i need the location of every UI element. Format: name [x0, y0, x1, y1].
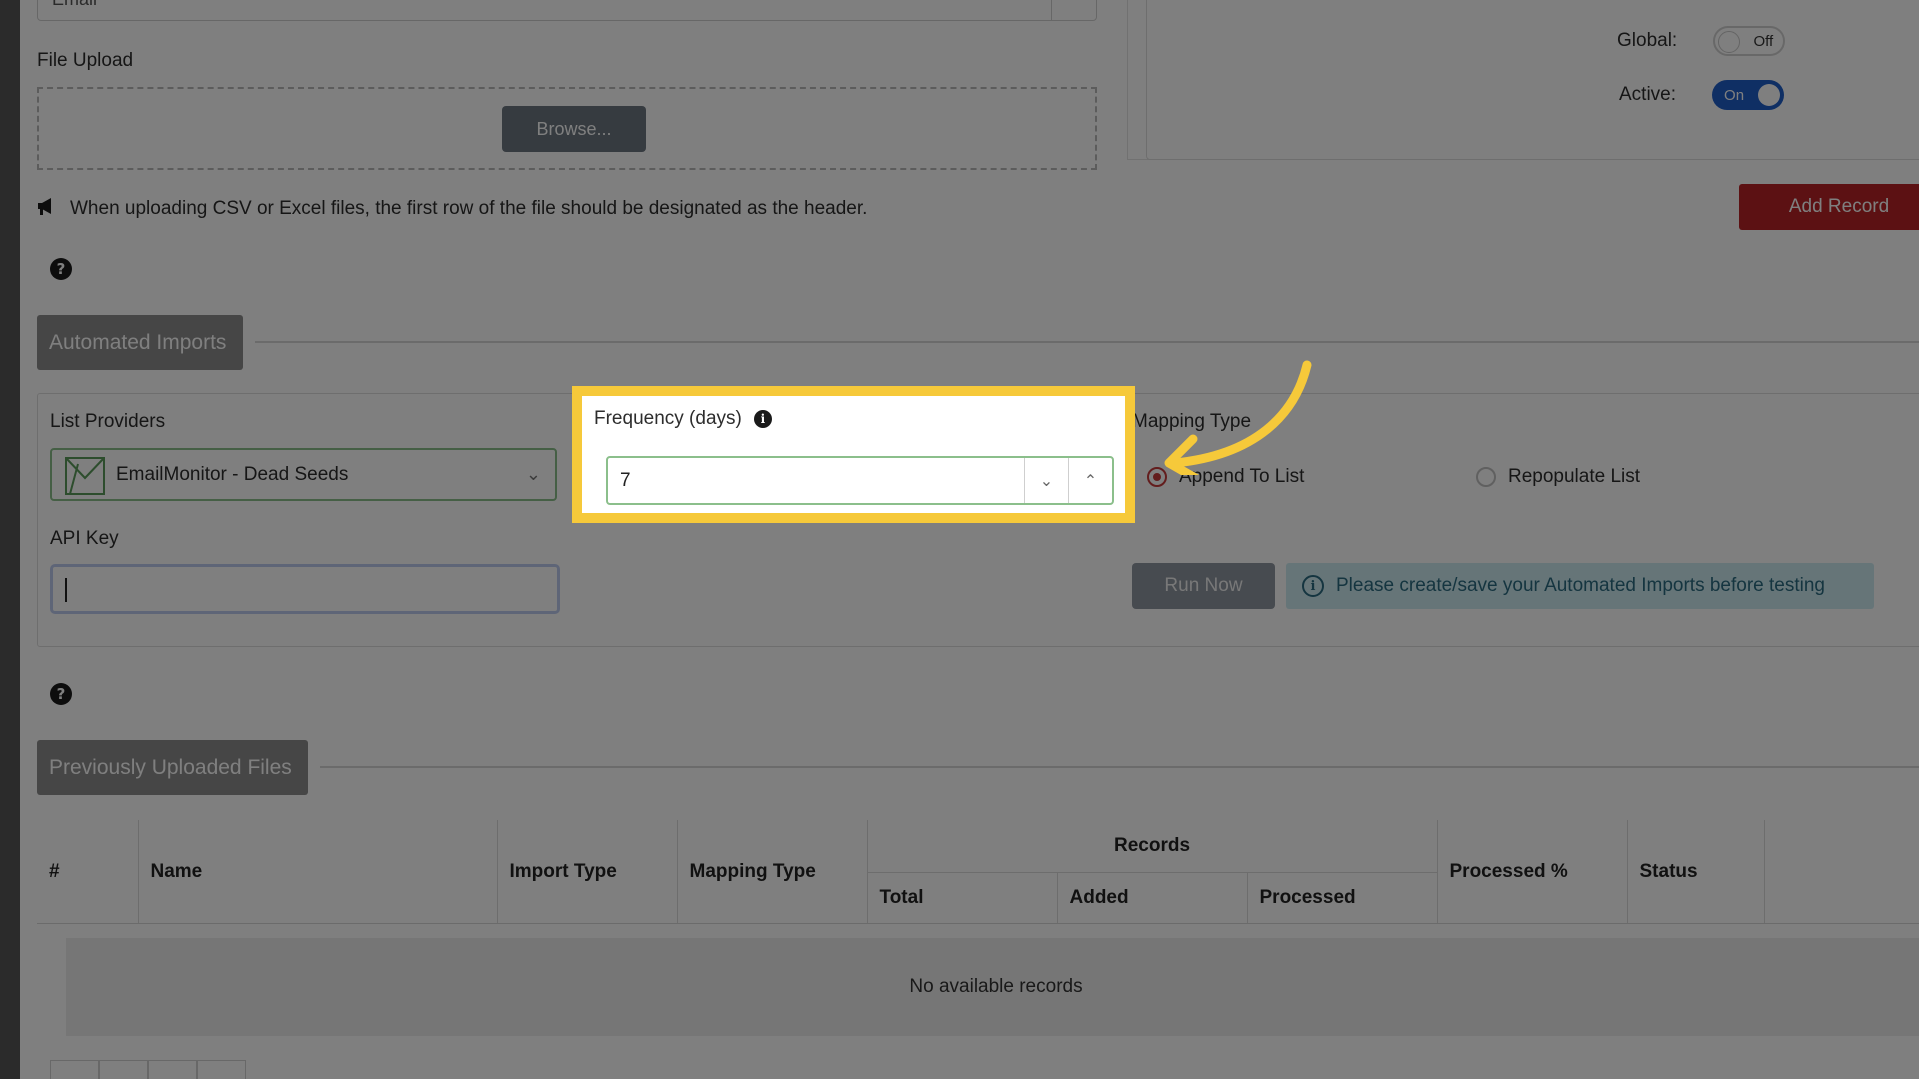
increment-chevron-icon[interactable]: ⌃ — [1068, 458, 1112, 503]
email-provider-icon — [64, 454, 106, 498]
frequency-value: 7 — [620, 470, 631, 491]
col-mapping-type[interactable]: Mapping Type — [677, 820, 868, 924]
browse-button[interactable]: Browse... — [502, 106, 646, 152]
list-providers-label: List Providers — [50, 411, 166, 432]
col-added[interactable]: Added — [1057, 872, 1248, 924]
list-provider-value: EmailMonitor - Dead Seeds — [116, 464, 349, 485]
col-total[interactable]: Total — [867, 872, 1058, 924]
page: Email File Upload Browse... When uploadi… — [20, 0, 1919, 1079]
active-toggle-state: On — [1724, 86, 1745, 104]
help-icon[interactable]: ? — [50, 258, 72, 280]
api-key-field[interactable] — [50, 564, 560, 614]
file-upload-label: File Upload — [37, 50, 134, 71]
api-key-label: API Key — [50, 528, 119, 549]
col-group-records: Records — [867, 820, 1438, 873]
col-name[interactable]: Name — [138, 820, 498, 924]
pointer-arrow-icon — [1164, 360, 1312, 475]
add-record-button[interactable]: Add Record — [1739, 184, 1919, 230]
megaphone-icon — [36, 196, 58, 222]
active-label: Active: — [1619, 84, 1677, 105]
frequency-label: Frequency (days) — [594, 408, 742, 429]
radio-repopulate-label: Repopulate List — [1508, 466, 1641, 487]
pagination — [50, 1060, 246, 1079]
page-last-button[interactable] — [197, 1060, 246, 1079]
global-toggle-state: Off — [1753, 32, 1774, 50]
active-toggle[interactable]: On — [1712, 80, 1785, 110]
list-provider-select[interactable]: EmailMonitor - Dead Seeds ⌄ — [50, 448, 557, 501]
frequency-input[interactable]: 7 ⌄ ⌃ — [606, 456, 1114, 505]
page-prev-button[interactable] — [99, 1060, 148, 1079]
frequency-highlight: Frequency (days) i 7 ⌄ ⌃ — [572, 386, 1135, 523]
page-first-button[interactable] — [50, 1060, 99, 1079]
settings-card — [1146, 0, 1919, 160]
email-select-value: Email — [52, 0, 97, 10]
upload-notice-text: When uploading CSV or Excel files, the f… — [70, 198, 868, 219]
radio-repopulate[interactable]: Repopulate List — [1476, 466, 1640, 488]
frequency-label-row: Frequency (days) i — [594, 408, 772, 430]
chevron-down-icon: ⌄ — [525, 464, 541, 484]
page-next-button[interactable] — [148, 1060, 197, 1079]
global-toggle[interactable]: Off — [1713, 26, 1786, 56]
col-status[interactable]: Status — [1627, 820, 1765, 924]
empty-records-message: No available records — [66, 938, 1919, 1036]
info-banner: i Please create/save your Automated Impo… — [1286, 563, 1874, 609]
upload-notice: When uploading CSV or Excel files, the f… — [36, 196, 867, 222]
uploads-table: # Name Import Type Mapping Type Records … — [37, 820, 1919, 924]
api-key-input[interactable] — [53, 567, 557, 611]
global-row: Global: Off — [1617, 26, 1786, 56]
decrement-chevron-icon[interactable]: ⌄ — [1024, 458, 1068, 503]
col-processed-percent[interactable]: Processed % — [1437, 820, 1628, 924]
automated-imports-header[interactable]: Automated Imports — [37, 315, 243, 370]
email-select[interactable]: Email — [37, 0, 1097, 21]
radio-repopulate-button[interactable] — [1476, 467, 1496, 487]
info-icon[interactable]: i — [753, 410, 772, 428]
active-row: Active: On — [1619, 80, 1785, 110]
help-icon[interactable]: ? — [50, 683, 72, 705]
col-index[interactable]: # — [37, 820, 139, 924]
info-circle-icon: i — [1302, 575, 1324, 597]
previous-uploads-header[interactable]: Previously Uploaded Files — [37, 740, 308, 795]
run-now-button[interactable]: Run Now — [1132, 563, 1275, 609]
col-processed[interactable]: Processed — [1247, 872, 1438, 924]
global-label: Global: — [1617, 30, 1678, 51]
info-banner-text: Please create/save your Automated Import… — [1336, 575, 1825, 596]
col-import-type[interactable]: Import Type — [497, 820, 678, 924]
